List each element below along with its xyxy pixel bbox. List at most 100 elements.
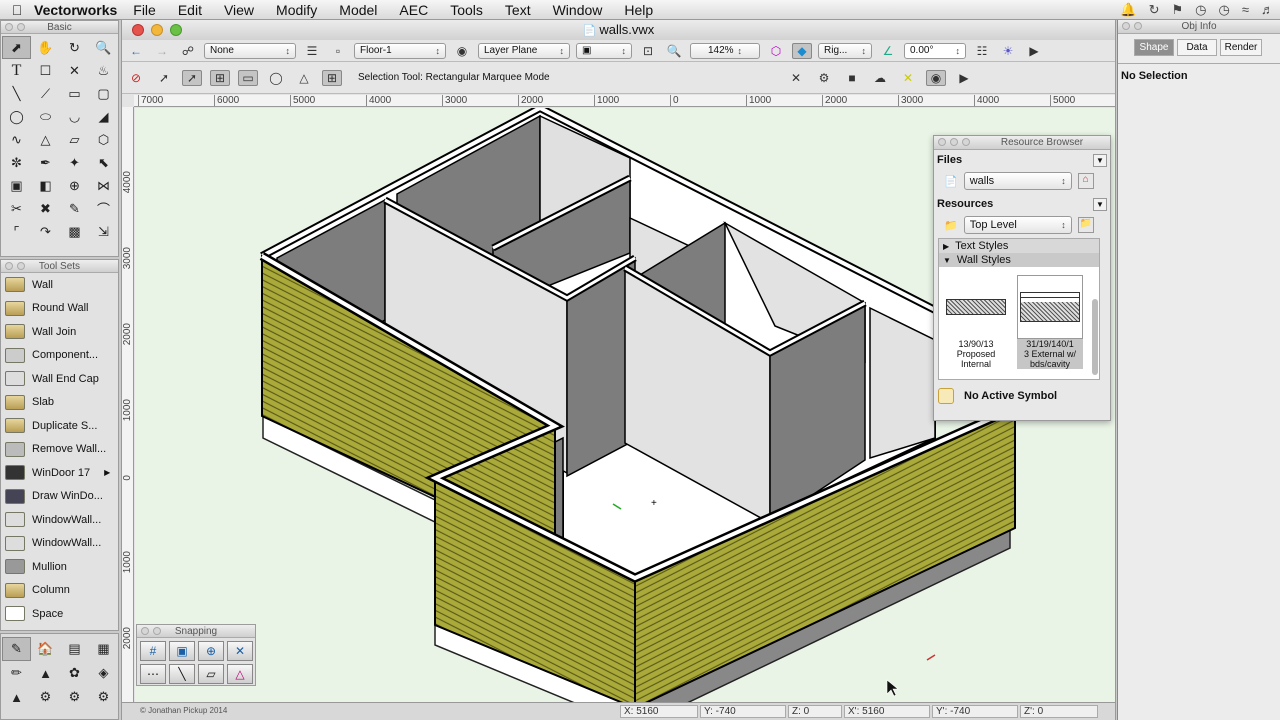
site-planning-category-icon[interactable]: ✏ bbox=[2, 661, 31, 685]
lighting-icon[interactable]: ☀ bbox=[998, 43, 1018, 59]
toolset-item-wall-join[interactable]: Wall Join bbox=[1, 320, 118, 344]
mirror-tool-icon[interactable]: ◧ bbox=[31, 174, 60, 197]
single-select-icon[interactable]: ➚ bbox=[154, 70, 174, 86]
toolset-item-column[interactable]: Column bbox=[1, 579, 118, 603]
detailing-category-icon[interactable]: ▦ bbox=[89, 637, 118, 661]
circle-tool-icon[interactable]: ◯ bbox=[2, 105, 31, 128]
3d-modeling-category-icon[interactable]: ◈ bbox=[89, 661, 118, 685]
forward-icon[interactable]: → bbox=[152, 43, 172, 59]
clip-tool-icon[interactable]: ↷ bbox=[31, 220, 60, 243]
toolset-item-space[interactable]: Space bbox=[1, 602, 118, 626]
apple-menu-icon[interactable]:  bbox=[0, 2, 34, 18]
resources-menu-icon[interactable]: ▼ bbox=[1093, 197, 1107, 211]
app-menu[interactable]: Vectorworks bbox=[34, 2, 117, 18]
tool-preferences-icon[interactable]: ⚙ bbox=[814, 70, 834, 86]
new-folder-icon[interactable]: 📁 bbox=[1077, 217, 1094, 233]
resize-mode-icon[interactable]: ⊞ bbox=[322, 69, 342, 86]
toolset-item-mullion[interactable]: Mullion bbox=[1, 555, 118, 579]
landscape-category-icon[interactable]: ✿ bbox=[60, 661, 89, 685]
menu-aec[interactable]: AEC bbox=[399, 2, 428, 18]
toolset-item-windowwall-1[interactable]: WindowWall... bbox=[1, 508, 118, 532]
layer-select[interactable]: Floor-1 bbox=[354, 42, 446, 59]
snap-object-icon[interactable]: ▣ bbox=[169, 641, 195, 661]
fillet-tool-icon[interactable]: ⌒ bbox=[89, 197, 118, 220]
rectangular-marquee-icon[interactable]: ▭ bbox=[238, 69, 258, 86]
snap-off-icon[interactable]: ✕ bbox=[898, 70, 918, 86]
snap-tangent-icon[interactable]: ╲ bbox=[169, 664, 195, 684]
settings-category-icon[interactable]: ⚙ bbox=[60, 685, 89, 709]
fit-to-objects-icon[interactable]: ⊡ bbox=[638, 43, 658, 59]
resource-list-scrollbar[interactable] bbox=[1092, 299, 1098, 375]
working-plane-icon[interactable]: ◉ bbox=[452, 43, 472, 59]
toolset-item-round-wall[interactable]: Round Wall bbox=[1, 297, 118, 321]
pan-tool-icon[interactable]: ✋ bbox=[31, 36, 60, 59]
close-window-button[interactable] bbox=[132, 24, 144, 36]
class-visibility-icon[interactable]: ☍ bbox=[178, 43, 198, 59]
eyedropper-tool-icon[interactable]: ✒ bbox=[31, 151, 60, 174]
double-line-tool-icon[interactable]: ⟋ bbox=[31, 82, 60, 105]
toolset-item-windoor[interactable]: WinDoor 17 ▶ bbox=[1, 461, 118, 485]
rotate-tool-icon[interactable]: ⊕ bbox=[60, 174, 89, 197]
snap-intersection-icon[interactable]: ⊕ bbox=[198, 641, 224, 661]
rotation-field[interactable]: 0.00° bbox=[904, 42, 966, 59]
notification-icon[interactable]: 🔔 bbox=[1120, 2, 1136, 18]
toolset-item-windowwall-2[interactable]: WindowWall... bbox=[1, 532, 118, 556]
pick-up-icon[interactable]: ☁ bbox=[870, 70, 890, 86]
reshape-tool-icon[interactable]: ⬉ bbox=[89, 151, 118, 174]
visualization-category-icon[interactable]: ▲ bbox=[31, 661, 60, 685]
fasteners-category-icon[interactable]: ⚙ bbox=[89, 685, 118, 709]
tree-item-text-styles[interactable]: ▶ Text Styles bbox=[939, 239, 1099, 253]
view-select[interactable]: Rig... bbox=[818, 42, 872, 59]
toolset-item-slab[interactable]: Slab bbox=[1, 391, 118, 415]
split-tool-icon[interactable]: ✂ bbox=[2, 197, 31, 220]
snap-angle-icon[interactable]: ✕ bbox=[227, 641, 253, 661]
snap-edge-icon[interactable]: △ bbox=[227, 664, 253, 684]
view-bar-more-icon[interactable]: ▶ bbox=[1024, 43, 1044, 59]
multi-select-icon[interactable]: ➚ bbox=[182, 69, 202, 86]
file-select[interactable]: walls bbox=[963, 172, 1072, 190]
menu-help[interactable]: Help bbox=[624, 2, 653, 18]
saved-views-select[interactable]: ▣ bbox=[576, 42, 632, 59]
class-select[interactable]: None bbox=[204, 42, 296, 59]
wall-style-thumb[interactable]: 13/90/13 Proposed Internal bbox=[943, 275, 1009, 369]
tab-shape[interactable]: Shape bbox=[1134, 39, 1174, 56]
rotate-plan-icon[interactable]: ∠ bbox=[878, 43, 898, 59]
offset-tool-icon[interactable]: ▣ bbox=[2, 174, 31, 197]
wifi-icon[interactable]: ≈ bbox=[1242, 2, 1249, 18]
chamfer-tool-icon[interactable]: ⌜ bbox=[2, 220, 31, 243]
locus-tool-icon[interactable]: ✕ bbox=[60, 59, 89, 82]
flag-icon[interactable]: ⚑ bbox=[1172, 2, 1184, 18]
tool-bar-more-icon[interactable]: ▶ bbox=[954, 70, 974, 86]
zoom-icon[interactable]: 🔍 bbox=[664, 43, 684, 59]
attribute-mapping-icon[interactable]: ♨ bbox=[89, 59, 118, 82]
flip-tool-icon[interactable]: ⋈ bbox=[89, 174, 118, 197]
menu-view[interactable]: View bbox=[224, 2, 254, 18]
flyover-tool-icon[interactable]: ↻ bbox=[60, 36, 89, 59]
connect-tool-icon[interactable]: ✎ bbox=[60, 197, 89, 220]
oval-tool-icon[interactable]: ⬭ bbox=[31, 105, 60, 128]
layer-stack-icon[interactable]: ☰ bbox=[302, 43, 322, 59]
eye-icon[interactable]: ◉ bbox=[926, 69, 946, 86]
zoom-tool-icon[interactable]: 🔍 bbox=[89, 36, 118, 59]
wall-style-thumb-selected[interactable]: 31/19/140/1 3 External w/ bds/cavity bbox=[1017, 275, 1083, 369]
plane-select[interactable]: Layer Plane bbox=[478, 42, 570, 59]
minimize-window-button[interactable] bbox=[151, 24, 163, 36]
menu-text[interactable]: Text bbox=[505, 2, 531, 18]
stack-layers-icon[interactable]: ☷ bbox=[972, 43, 992, 59]
building-shell-category-icon[interactable]: 🏠 bbox=[31, 637, 60, 661]
back-icon[interactable]: ← bbox=[126, 43, 146, 59]
zoom-window-button[interactable] bbox=[170, 24, 182, 36]
toolset-item-component[interactable]: Component... bbox=[1, 344, 118, 368]
snap-grid-icon[interactable]: # bbox=[140, 641, 166, 661]
menu-window[interactable]: Window bbox=[553, 2, 603, 18]
menu-modify[interactable]: Modify bbox=[276, 2, 317, 18]
stack-icon[interactable]: ■ bbox=[842, 70, 862, 86]
arc-tool-icon[interactable]: ◡ bbox=[60, 105, 89, 128]
walls-category-icon[interactable]: ▲ bbox=[2, 685, 31, 709]
polyline-tool-icon[interactable]: △ bbox=[31, 128, 60, 151]
spiral-tool-icon[interactable]: ✼ bbox=[2, 151, 31, 174]
delete-tool-icon[interactable]: ✕ bbox=[786, 70, 806, 86]
resize-tool-icon[interactable]: ⇲ bbox=[89, 220, 118, 243]
menu-tools[interactable]: Tools bbox=[450, 2, 483, 18]
furniture-category-icon[interactable]: ▤ bbox=[60, 637, 89, 661]
